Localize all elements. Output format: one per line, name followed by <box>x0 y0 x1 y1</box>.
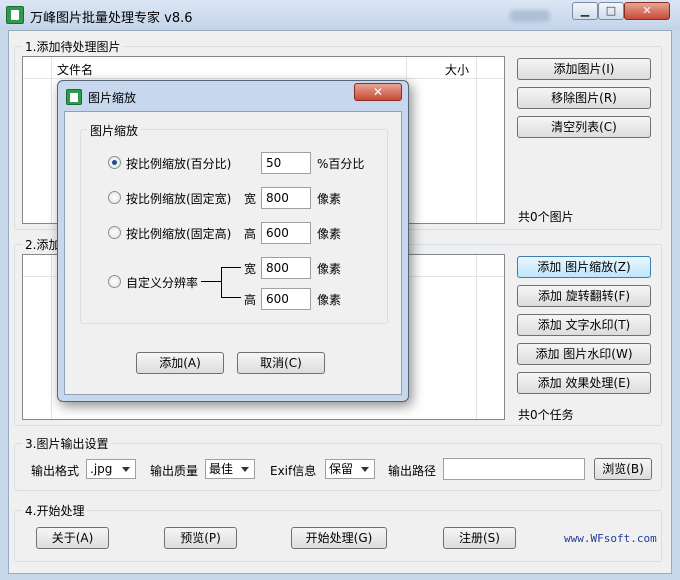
custom-height-unit: 像素 <box>317 293 342 307</box>
percent-radio[interactable] <box>108 156 121 169</box>
output-path-input[interactable] <box>443 458 585 480</box>
dialog-client-area: 图片缩放 按比例缩放(百分比) 50 %百分比 按比例缩放(固定宽) 宽 800… <box>64 111 402 395</box>
custom-width-prefix: 宽 <box>244 262 257 276</box>
custom-resolution-radio[interactable] <box>108 275 121 288</box>
close-button[interactable]: ✕ <box>624 2 670 20</box>
blurred-area <box>510 10 550 22</box>
dialog-title: 图片缩放 <box>88 91 137 105</box>
output-path-label: 输出路径 <box>388 464 437 478</box>
percent-option-label[interactable]: 按比例缩放(百分比) <box>126 155 231 172</box>
custom-width-unit: 像素 <box>317 262 342 276</box>
add-text-watermark-button[interactable]: 添加 文字水印(T) <box>517 314 651 336</box>
column-filename[interactable]: 文件名 <box>57 61 93 78</box>
browse-button[interactable]: 浏览(B) <box>594 458 652 480</box>
fixed-height-prefix: 高 <box>244 227 257 241</box>
section-output-settings-label: 3.图片输出设置 <box>22 435 112 452</box>
add-resize-task-button[interactable]: 添加 图片缩放(Z) <box>517 256 651 278</box>
output-quality-label: 输出质量 <box>150 464 199 478</box>
exif-label: Exif信息 <box>270 464 317 478</box>
minimize-button[interactable]: ▁ <box>572 2 598 20</box>
add-image-watermark-button[interactable]: 添加 图片水印(W) <box>517 343 651 365</box>
custom-resolution-label[interactable]: 自定义分辨率 <box>126 274 198 291</box>
percent-unit: %百分比 <box>317 157 365 171</box>
fixed-width-unit: 像素 <box>317 192 342 206</box>
preview-button[interactable]: 预览(P) <box>164 527 237 549</box>
fixed-height-unit: 像素 <box>317 227 342 241</box>
dialog-add-button[interactable]: 添加(A) <box>136 352 224 374</box>
app-icon <box>6 6 24 24</box>
bracket-connector <box>201 281 221 282</box>
custom-height-prefix: 高 <box>244 293 257 307</box>
website-link[interactable]: www.WFsoft.com <box>564 532 657 545</box>
add-effect-button[interactable]: 添加 效果处理(E) <box>517 372 651 394</box>
output-format-select[interactable]: .jpg <box>86 459 136 479</box>
fixed-width-prefix: 宽 <box>244 192 257 206</box>
section-start-label: 4.开始处理 <box>22 502 88 519</box>
output-quality-select[interactable]: 最佳 <box>205 459 255 479</box>
register-button[interactable]: 注册(S) <box>443 527 516 549</box>
fixed-width-option-label[interactable]: 按比例缩放(固定宽) <box>126 190 231 207</box>
fixed-height-option-label[interactable]: 按比例缩放(固定高) <box>126 225 231 242</box>
custom-width-input[interactable]: 800 <box>261 257 311 279</box>
dialog-icon <box>66 89 82 105</box>
window-title: 万峰图片批量处理专家 v8.6 <box>30 11 193 26</box>
remove-image-button[interactable]: 移除图片(R) <box>517 87 651 109</box>
task-count: 共0个任务 <box>518 408 574 422</box>
fixed-width-radio[interactable] <box>108 191 121 204</box>
fixed-height-radio[interactable] <box>108 226 121 239</box>
section-add-images-label: 1.添加待处理图片 <box>22 38 124 55</box>
fixed-width-input[interactable]: 800 <box>261 187 311 209</box>
about-button[interactable]: 关于(A) <box>36 527 109 549</box>
clear-list-button[interactable]: 清空列表(C) <box>517 116 651 138</box>
dialog-cancel-button[interactable]: 取消(C) <box>237 352 325 374</box>
output-format-label: 输出格式 <box>31 464 80 478</box>
add-rotate-task-button[interactable]: 添加 旋转翻转(F) <box>517 285 651 307</box>
bracket-lines <box>221 267 241 298</box>
exif-select[interactable]: 保留 <box>325 459 375 479</box>
resize-dialog: 图片缩放 ✕ 图片缩放 按比例缩放(百分比) 50 %百分比 按比例缩放(固定宽… <box>57 80 409 402</box>
dialog-close-button[interactable]: ✕ <box>354 83 402 101</box>
column-size[interactable]: 大小 <box>445 61 469 78</box>
maximize-button[interactable]: □ <box>598 2 624 20</box>
start-processing-button[interactable]: 开始处理(G) <box>291 527 387 549</box>
image-count: 共0个图片 <box>518 210 574 224</box>
add-image-button[interactable]: 添加图片(I) <box>517 58 651 80</box>
resize-options-label: 图片缩放 <box>87 122 142 139</box>
custom-height-input[interactable]: 600 <box>261 288 311 310</box>
fixed-height-input[interactable]: 600 <box>261 222 311 244</box>
image-list-header <box>23 57 504 79</box>
percent-input[interactable]: 50 <box>261 152 311 174</box>
